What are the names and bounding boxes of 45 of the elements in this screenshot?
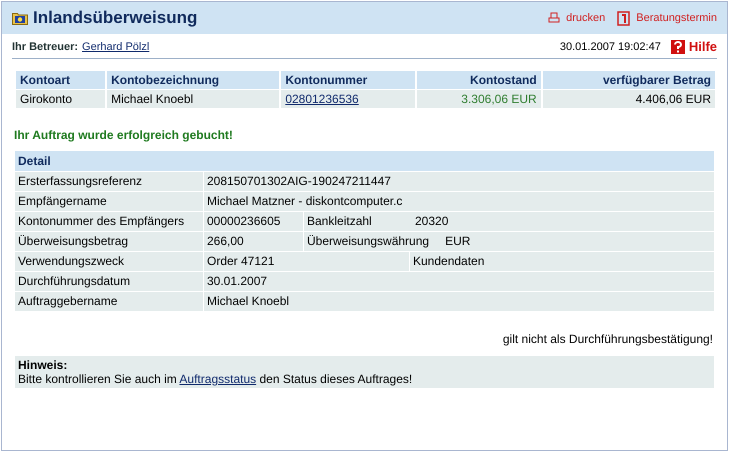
folder-icon <box>12 11 28 25</box>
field-value: Michael Knoebl <box>204 292 714 311</box>
success-message: Ihr Auftrag wurde erfolgreich gebucht! <box>14 128 234 142</box>
field-value: 30.01.2007 <box>204 272 714 291</box>
field-label: Überweisungsbetrag <box>15 232 203 251</box>
table-cell: Michael Knoebl <box>107 90 280 108</box>
field-value: 00000236605 <box>204 212 303 231</box>
advisor-link[interactable]: Gerhard Pölzl <box>82 40 150 52</box>
appointment-link[interactable]: Beratungstermin <box>617 10 717 26</box>
field-label: Verwendungszweck <box>15 252 203 271</box>
help-icon <box>670 40 685 54</box>
hint-title: Hinweis: <box>18 358 68 372</box>
disclaimer-text: gilt nicht als Durchführungsbestätigung! <box>502 332 713 346</box>
table-cell: 3.306,06 EUR <box>416 90 541 108</box>
timestamp: 30.01.2007 19:02:47 <box>560 40 661 52</box>
page-title: Inlandsüberweisung <box>33 8 198 28</box>
field-label: Kontonummer des Empfängers <box>15 212 203 231</box>
advisor-label: Ihr Betreuer: <box>12 40 78 52</box>
calendar-icon <box>617 10 630 26</box>
field-value: EUR <box>445 234 470 249</box>
field-value: 208150701302AIG-190247211447 <box>204 172 714 191</box>
printer-icon <box>548 12 560 24</box>
field-label: Empfängername <box>15 192 203 211</box>
field-value: Kundendaten <box>410 252 714 271</box>
field-value: 266,00 <box>204 232 303 251</box>
field-label: Überweisungswährung <box>307 234 430 249</box>
status-link[interactable]: Auftragsstatus <box>179 372 256 386</box>
column-header: Kontoart <box>16 71 106 89</box>
table-cell: Girokonto <box>16 90 106 108</box>
field-label: Bankleitzahl <box>307 214 373 229</box>
field-value: Order 47121 <box>204 252 409 271</box>
print-link[interactable]: drucken <box>548 10 606 26</box>
field-label: Auftraggebername <box>15 292 203 311</box>
section-header: Detail <box>15 151 714 171</box>
field-value: 20320 <box>415 214 448 229</box>
help-link[interactable]: Hilfe <box>670 39 717 54</box>
hint-text: Bitte kontrollieren Sie auch im Auftragsstatus den Status dieses Auftrages! <box>18 372 414 386</box>
field-value: Michael Matzner - diskontcomputer.c <box>204 192 714 211</box>
column-header: Kontobezeichnung <box>107 71 280 89</box>
column-header: Kontonummer <box>281 71 415 89</box>
field-label: Ersterfassungsreferenz <box>15 172 203 191</box>
column-header: Kontostand <box>416 71 541 89</box>
column-header: verfügbarer Betrag <box>542 71 715 89</box>
field-label: Durchführungsdatum <box>15 272 203 291</box>
table-cell: 4.406,06 EUR <box>542 90 715 108</box>
